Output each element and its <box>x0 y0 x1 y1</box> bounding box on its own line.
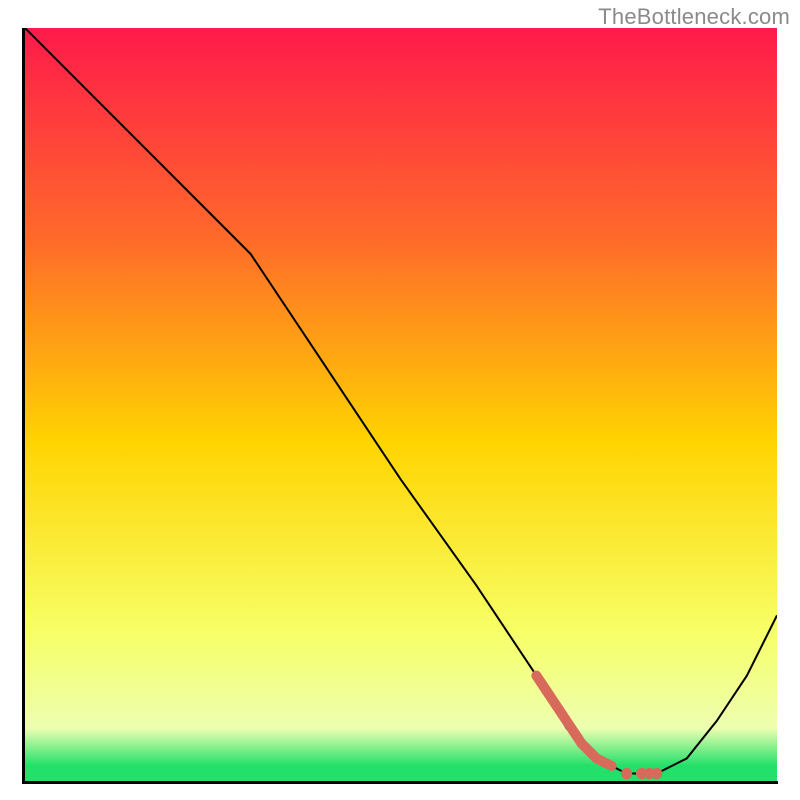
chart-svg <box>25 28 777 781</box>
chart-page: TheBottleneck.com <box>0 0 800 800</box>
highlight-dot <box>651 768 662 779</box>
watermark-text: TheBottleneck.com <box>598 4 790 30</box>
plot-area <box>25 28 777 781</box>
highlight-dot <box>621 768 632 779</box>
